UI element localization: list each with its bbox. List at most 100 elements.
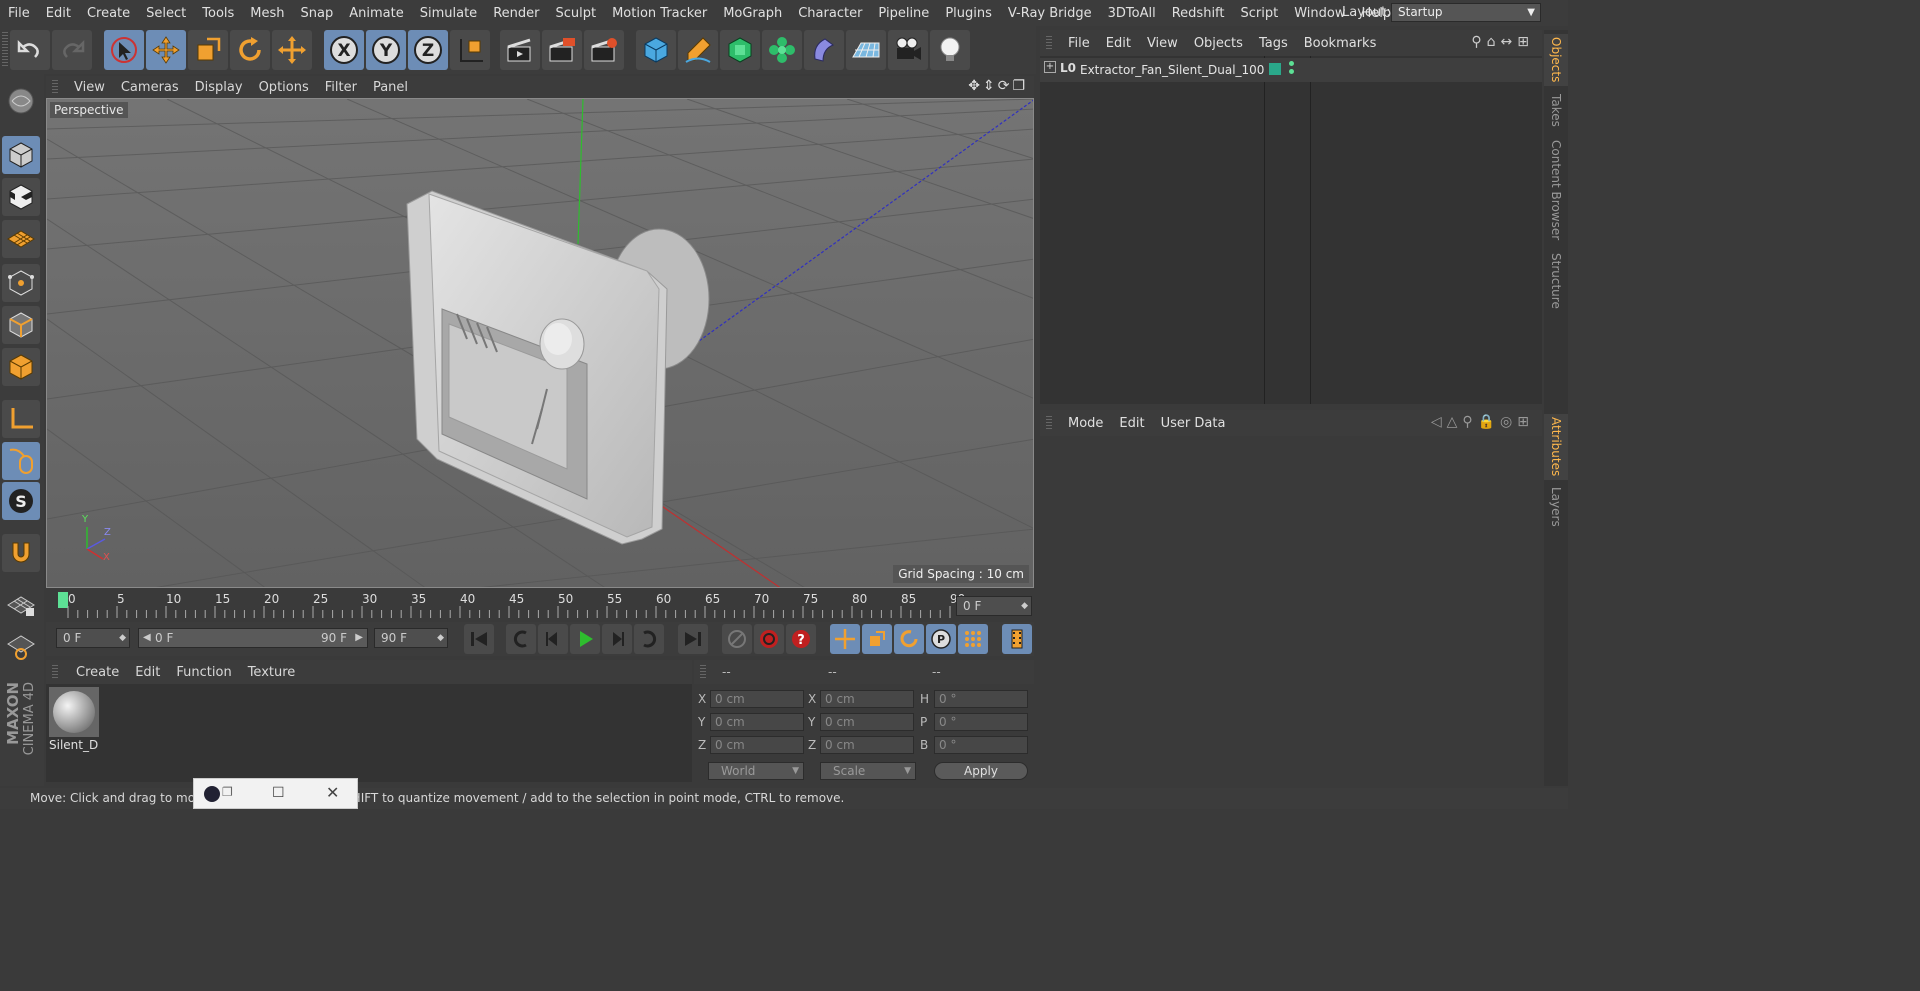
menu-pipeline[interactable]: Pipeline bbox=[870, 6, 937, 21]
size-mode-dropdown[interactable]: Scale ▼ bbox=[820, 762, 916, 780]
viewport-nav-icons[interactable]: ✥⇕⟳❐ bbox=[968, 78, 1028, 94]
frame-range-slider[interactable]: ◀ 0 F 90 F ▶ bbox=[138, 628, 368, 648]
size-y-field[interactable]: 0 cm bbox=[820, 713, 914, 731]
material-menu-texture[interactable]: Texture bbox=[240, 665, 304, 680]
tab-attributes[interactable]: Attributes bbox=[1544, 414, 1568, 480]
menu-mograph[interactable]: MoGraph bbox=[715, 6, 790, 21]
viewport-menu-filter[interactable]: Filter bbox=[317, 80, 365, 95]
object-menu-bookmarks[interactable]: Bookmarks bbox=[1296, 36, 1385, 51]
3d-viewport[interactable]: Y Z X Perspective Grid Spacing : 10 cm bbox=[46, 98, 1034, 588]
taskbar-window-thumbnail[interactable]: ❐ ☐ ✕ bbox=[193, 778, 358, 809]
menu-tools[interactable]: Tools bbox=[194, 6, 242, 21]
layout-select[interactable]: Startup ▼ bbox=[1391, 3, 1541, 22]
y-axis-lock-button[interactable]: Y bbox=[366, 30, 406, 70]
key-rotation-button[interactable] bbox=[894, 624, 924, 654]
planar-workplane-button[interactable] bbox=[2, 628, 40, 666]
attribute-menu-edit[interactable]: Edit bbox=[1111, 416, 1152, 431]
floor-button[interactable] bbox=[846, 30, 886, 70]
viewport-menu-options[interactable]: Options bbox=[251, 80, 317, 95]
coordinate-system-button[interactable] bbox=[450, 30, 490, 70]
material-grip[interactable] bbox=[52, 665, 58, 679]
redo-button[interactable] bbox=[52, 30, 92, 70]
attribute-manager-area[interactable] bbox=[1040, 436, 1542, 786]
object-row[interactable]: + L0 Extractor_Fan_Silent_Dual_100 bbox=[1040, 58, 1542, 82]
autokey-button[interactable] bbox=[754, 624, 784, 654]
timeline-ruler[interactable]: 051015202530354045505560657075808590 bbox=[46, 590, 1034, 620]
magnet-button[interactable] bbox=[2, 534, 40, 572]
menu-create[interactable]: Create bbox=[79, 6, 138, 21]
coord-system-dropdown[interactable]: World ▼ bbox=[708, 762, 804, 780]
material-thumbnail[interactable] bbox=[49, 687, 99, 737]
deformer-button[interactable] bbox=[804, 30, 844, 70]
locked-workplane-button[interactable] bbox=[2, 586, 40, 624]
menu-motion-tracker[interactable]: Motion Tracker bbox=[604, 6, 715, 21]
restore-icon[interactable]: ❐ bbox=[222, 785, 233, 799]
render-to-picture-viewer-button[interactable] bbox=[542, 30, 582, 70]
rot-b-field[interactable]: 0 ° bbox=[934, 736, 1028, 754]
enable-axis-button[interactable] bbox=[2, 400, 40, 438]
start-frame-field[interactable]: 0 F ◆ bbox=[56, 628, 130, 648]
menu-file[interactable]: File bbox=[0, 6, 38, 21]
rot-p-field[interactable]: 0 ° bbox=[934, 713, 1028, 731]
layer-color-swatch[interactable] bbox=[1269, 63, 1281, 75]
model-mode-button[interactable] bbox=[2, 136, 40, 174]
object-name[interactable]: Extractor_Fan_Silent_Dual_100 bbox=[1080, 63, 1264, 77]
light-button[interactable] bbox=[930, 30, 970, 70]
points-mode-button[interactable] bbox=[2, 264, 40, 302]
render-view-button[interactable] bbox=[500, 30, 540, 70]
viewport-grip[interactable] bbox=[52, 80, 58, 94]
expand-icon[interactable]: + bbox=[1044, 61, 1056, 73]
edges-mode-button[interactable] bbox=[2, 306, 40, 344]
toolbar-grip[interactable] bbox=[2, 32, 8, 68]
timeline-window-button[interactable] bbox=[1002, 624, 1032, 654]
previous-frame-button[interactable] bbox=[538, 624, 568, 654]
undo-button[interactable] bbox=[10, 30, 50, 70]
key-position-button[interactable] bbox=[830, 624, 860, 654]
menu-animate[interactable]: Animate bbox=[341, 6, 411, 21]
key-scale-button[interactable] bbox=[862, 624, 892, 654]
record-keys-button[interactable] bbox=[722, 624, 752, 654]
apply-button[interactable]: Apply bbox=[934, 762, 1028, 780]
viewport-menu-display[interactable]: Display bbox=[187, 80, 251, 95]
attribute-manager-grip[interactable] bbox=[1046, 416, 1052, 430]
object-manager-tools-icons[interactable]: ⚲⌂↔⊞ bbox=[1471, 34, 1534, 50]
close-icon[interactable]: ✕ bbox=[326, 783, 339, 802]
keyframe-selection-button[interactable]: ? bbox=[786, 624, 816, 654]
menu-mesh[interactable]: Mesh bbox=[242, 6, 292, 21]
viewport-menu-panel[interactable]: Panel bbox=[365, 80, 416, 95]
menu-character[interactable]: Character bbox=[790, 6, 870, 21]
attribute-menu-mode[interactable]: Mode bbox=[1060, 416, 1111, 431]
menu-script[interactable]: Script bbox=[1233, 6, 1287, 21]
z-axis-lock-button[interactable]: Z bbox=[408, 30, 448, 70]
menu-sculpt[interactable]: Sculpt bbox=[547, 6, 604, 21]
transform-tool-button[interactable] bbox=[272, 30, 312, 70]
menu-snap[interactable]: Snap bbox=[293, 6, 342, 21]
cloner-button[interactable] bbox=[762, 30, 802, 70]
play-button[interactable] bbox=[570, 624, 600, 654]
tab-content-browser[interactable]: Content Browser bbox=[1544, 134, 1568, 246]
object-menu-file[interactable]: File bbox=[1060, 36, 1098, 51]
texture-mode-button[interactable] bbox=[2, 178, 40, 216]
attribute-manager-tools-icons[interactable]: ◁△⚲🔒◎⊞ bbox=[1431, 414, 1534, 430]
live-selection-button[interactable] bbox=[104, 30, 144, 70]
coordinates-grip[interactable] bbox=[700, 665, 706, 679]
menu-3dtoall[interactable]: 3DToAll bbox=[1100, 6, 1164, 21]
rot-h-field[interactable]: 0 ° bbox=[934, 690, 1028, 708]
material-menu-function[interactable]: Function bbox=[168, 665, 239, 680]
menu-redshift[interactable]: Redshift bbox=[1164, 6, 1233, 21]
render-visibility-dot[interactable] bbox=[1289, 69, 1294, 74]
size-z-field[interactable]: 0 cm bbox=[820, 736, 914, 754]
object-manager-grip[interactable] bbox=[1046, 36, 1052, 50]
menu-vray-bridge[interactable]: V-Ray Bridge bbox=[1000, 6, 1100, 21]
viewport-menu-view[interactable]: View bbox=[66, 80, 113, 95]
material-menu-create[interactable]: Create bbox=[68, 665, 127, 680]
pos-z-field[interactable]: 0 cm bbox=[710, 736, 804, 754]
editor-visibility-dot[interactable] bbox=[1289, 61, 1294, 66]
attribute-menu-user-data[interactable]: User Data bbox=[1153, 416, 1234, 431]
tab-objects[interactable]: Objects bbox=[1544, 34, 1568, 86]
object-menu-view[interactable]: View bbox=[1139, 36, 1186, 51]
go-to-start-button[interactable] bbox=[464, 624, 494, 654]
tab-layers[interactable]: Layers bbox=[1544, 484, 1568, 530]
make-editable-button[interactable] bbox=[2, 82, 40, 120]
add-cube-button[interactable] bbox=[636, 30, 676, 70]
